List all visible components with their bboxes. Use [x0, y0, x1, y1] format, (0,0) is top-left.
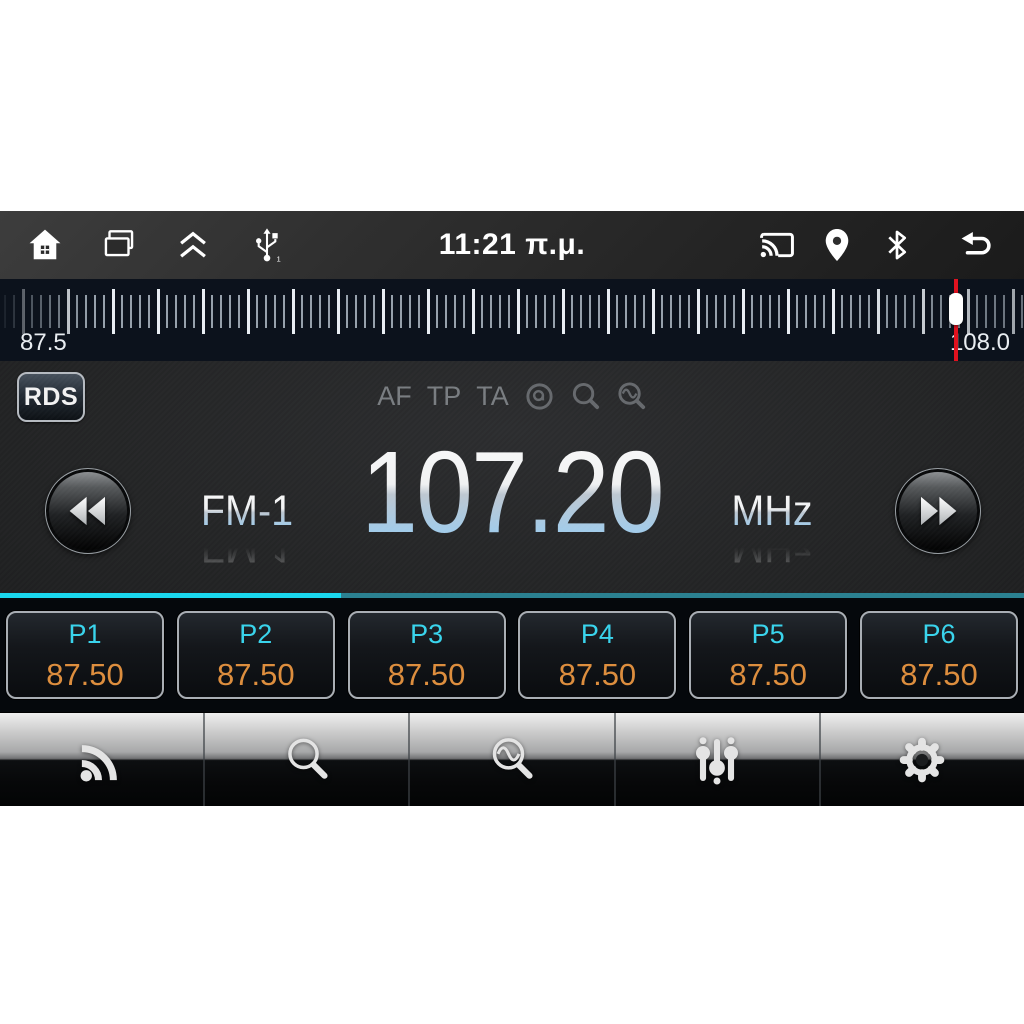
bottom-toolbar [0, 712, 1024, 806]
frequency-display: 107.20 [61, 434, 962, 550]
ta-flag: TA [476, 381, 509, 411]
usb-count-badge: 1 [277, 255, 281, 264]
pty-circle-icon [524, 381, 555, 412]
location-icon [818, 226, 856, 264]
preset-label: P2 [239, 619, 273, 649]
seek-up-button[interactable] [895, 468, 981, 554]
preset-label: P3 [410, 619, 444, 649]
preset-frequency: 87.50 [900, 657, 978, 692]
bluetooth-icon [878, 226, 916, 264]
search-button[interactable] [203, 713, 409, 806]
preset-frequency: 87.50 [558, 657, 637, 692]
tuner-scale[interactable]: 87.5 108.0 [0, 279, 1024, 362]
broadcast-button[interactable] [0, 713, 204, 806]
radio-app-screen: 1 11:21 π.μ. 87.5 108.0 RDS AF TP TA FM-… [0, 211, 1024, 806]
home-icon[interactable] [26, 226, 64, 264]
scale-edge-fade [0, 279, 1024, 361]
preset-button-5[interactable]: P5 87.50 [689, 611, 848, 699]
collapse-up-icon[interactable] [174, 226, 212, 264]
preset-button-4[interactable]: P4 87.50 [518, 611, 677, 699]
preset-button-3[interactable]: P3 87.50 [347, 611, 506, 699]
preset-label: P6 [922, 619, 956, 649]
preset-row: P1 87.50 P2 87.50 P3 87.50 P4 87.50 P5 8… [0, 598, 1024, 712]
broadcast-icon [80, 744, 117, 781]
scale-max-label: 108.0 [949, 329, 1010, 356]
preset-frequency: 87.50 [387, 657, 466, 692]
scale-min-label: 87.5 [20, 329, 67, 356]
frequency-unit: MHz [712, 487, 832, 536]
tp-flag: TP [426, 381, 462, 411]
scan-button[interactable] [408, 713, 614, 806]
recents-icon[interactable] [100, 226, 138, 264]
rds-badge: RDS [17, 372, 85, 422]
seek-down-button[interactable] [45, 468, 131, 554]
settings-icon [900, 737, 945, 782]
af-flag: AF [377, 381, 412, 411]
status-bar-right [758, 226, 1024, 264]
status-bar: 1 11:21 π.μ. [0, 211, 1024, 280]
seek-search-icon [570, 381, 601, 412]
settings-button[interactable] [818, 713, 1024, 806]
preset-label: P5 [751, 619, 785, 649]
preset-label: P1 [68, 619, 102, 649]
preset-label: P4 [580, 619, 614, 649]
main-panel: RDS AF TP TA FM-1 107.20 MHz [0, 361, 1024, 593]
status-bar-left: 1 [0, 226, 286, 264]
equalizer-icon [696, 736, 739, 784]
search-icon [287, 738, 328, 779]
frequency-value: 107.20 [361, 427, 664, 557]
equalizer-button[interactable] [613, 713, 819, 806]
band-label: FM-1 [187, 487, 307, 536]
preset-frequency: 87.50 [46, 657, 124, 692]
usb-icon: 1 [248, 226, 286, 264]
cast-icon [758, 226, 796, 264]
preset-button-2[interactable]: P2 87.50 [176, 611, 335, 699]
frequency-indicator-knob[interactable] [949, 293, 963, 325]
preset-button-1[interactable]: P1 87.50 [6, 611, 164, 699]
back-icon[interactable] [958, 226, 996, 264]
preset-frequency: 87.50 [729, 657, 807, 692]
radio-flags: AF TP TA [0, 381, 1024, 412]
scan-wave-icon [616, 381, 647, 412]
preset-button-6[interactable]: P6 87.50 [859, 611, 1018, 699]
scan-icon [492, 737, 533, 779]
preset-frequency: 87.50 [217, 657, 295, 692]
